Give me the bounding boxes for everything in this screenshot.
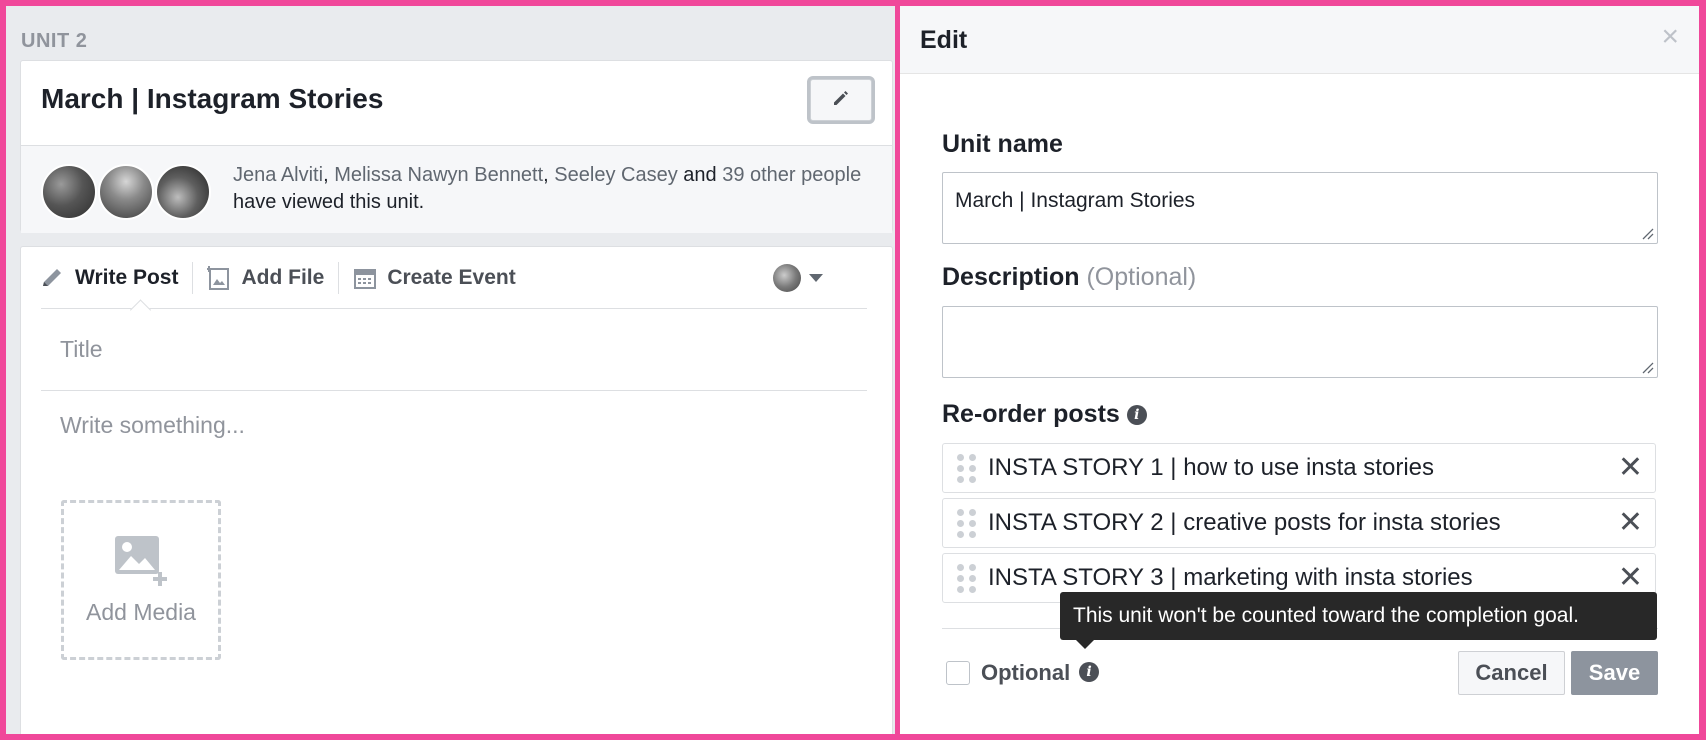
tab-label: Create Event [387,265,516,289]
reorder-label-text: Re-order posts [942,400,1120,428]
tab-divider [192,261,194,294]
viewer-avatars [41,164,212,220]
save-button[interactable]: Save [1571,651,1658,695]
post-body-input[interactable]: Write something... [41,407,867,457]
chevron-down-icon [809,274,823,282]
optional-hint: (Optional) [1086,263,1197,291]
avatar[interactable] [41,164,97,220]
viewers-suffix: have viewed this unit. [233,191,425,213]
drag-handle-icon[interactable] [957,508,976,538]
post-title: INSTA STORY 2 | creative posts for insta… [988,509,1501,536]
info-icon[interactable]: i [1079,662,1099,682]
optional-label[interactable]: Optional [981,660,1070,686]
audience-selector[interactable] [773,264,823,292]
description-input[interactable] [942,306,1658,378]
pencil-icon [41,266,65,290]
tab-label: Add File [241,265,325,289]
close-icon[interactable]: ✕ [1618,563,1643,593]
post-composer: Write Post Add File Create Event Title W… [20,246,893,734]
reorder-label: Re-order posts i [942,400,1147,429]
close-icon[interactable]: ✕ [1618,453,1643,483]
drag-handle-icon[interactable] [957,563,976,593]
edit-unit-button[interactable] [810,79,872,121]
composer-tabs: Write Post Add File Create Event [41,247,867,309]
viewer-link[interactable]: Melissa Nawyn Bennett [334,164,543,186]
resize-grip-icon[interactable] [1640,360,1654,374]
avatar[interactable] [155,164,211,220]
tab-add-file[interactable]: Add File [207,247,324,309]
unit-title: March | Instagram Stories [41,83,384,114]
edit-dialog: Edit × Unit name March | Instagram Stori… [900,6,1699,734]
post-title: INSTA STORY 3 | marketing with insta sto… [988,564,1473,591]
tab-divider [338,261,340,294]
tab-write-post[interactable]: Write Post [41,247,178,309]
unit-card: March | Instagram Stories Jena Alviti, M… [20,60,893,233]
viewers-text: Jena Alviti, Melissa Nawyn Bennett, Seel… [233,164,862,213]
add-photo-icon [113,534,169,591]
dialog-title: Edit [920,26,968,54]
viewer-link[interactable]: Seeley Casey [554,164,677,186]
post-title: INSTA STORY 1 | how to use insta stories [988,454,1434,481]
dialog-header: Edit × [900,6,1699,74]
add-media-button[interactable]: Add Media [61,500,221,660]
viewer-link[interactable]: Jena Alviti [233,164,323,186]
drag-handle-icon[interactable] [957,453,976,483]
avatar[interactable] [98,164,154,220]
avatar [773,264,801,292]
calendar-icon [353,266,377,290]
tooltip: This unit won't be counted toward the co… [1060,592,1657,649]
reorder-post-item[interactable]: INSTA STORY 2 | creative posts for insta… [942,498,1656,548]
add-media-label: Add Media [86,599,196,625]
reorder-post-item[interactable]: INSTA STORY 1 | how to use insta stories… [942,443,1656,493]
tab-label: Write Post [75,265,179,289]
close-icon[interactable]: × [1661,22,1679,52]
pencil-icon [831,88,851,113]
unit-name-label: Unit name [942,130,1063,158]
unit-name-value: March | Instagram Stories [955,189,1196,212]
close-icon[interactable]: ✕ [1618,508,1643,538]
unit-label: UNIT 2 [21,30,88,52]
unit-name-input[interactable]: March | Instagram Stories [942,172,1658,244]
description-label: Description (Optional) [942,263,1196,292]
description-label-text: Description [942,263,1080,291]
other-viewers-link[interactable]: 39 other people [722,164,861,186]
optional-checkbox[interactable] [946,661,970,685]
cancel-button[interactable]: Cancel [1458,651,1565,695]
viewers-and: and [683,164,717,186]
post-title-input[interactable]: Title [41,309,867,391]
viewers-row: Jena Alviti, Melissa Nawyn Bennett, Seel… [21,145,892,233]
tab-create-event[interactable]: Create Event [353,247,516,309]
unit-panel: UNIT 2 March | Instagram Stories Jena Al… [6,6,895,734]
resize-grip-icon[interactable] [1640,226,1654,240]
info-icon[interactable]: i [1126,405,1147,426]
file-icon [207,265,231,291]
